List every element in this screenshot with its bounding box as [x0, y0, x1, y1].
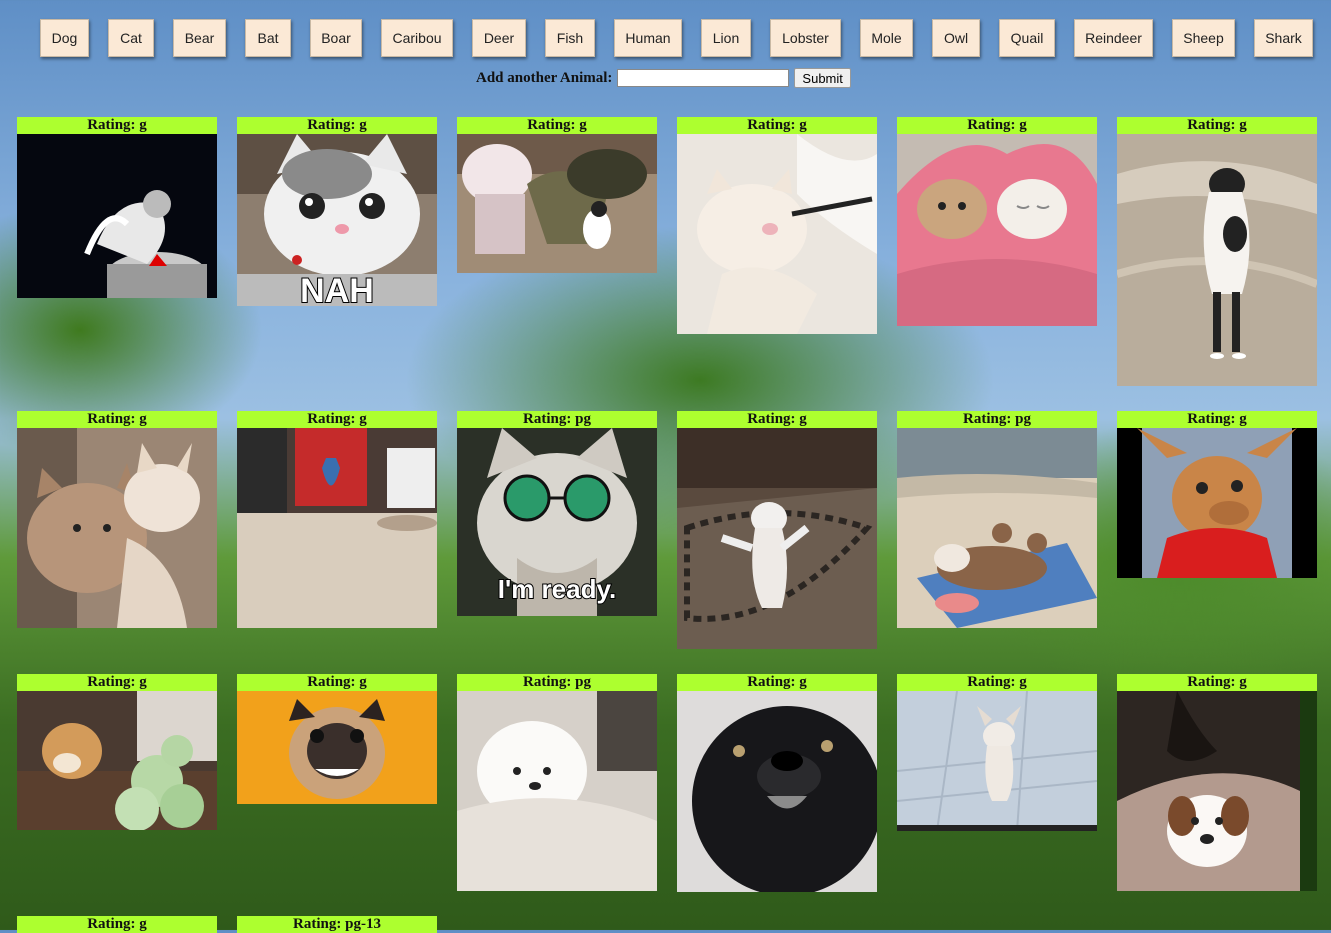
dog-cabbage-icon[interactable] [17, 691, 217, 830]
cat-sunglasses-icon[interactable]: I'm ready. [457, 428, 657, 616]
rating-label: Rating: g [17, 117, 217, 134]
rating-label: Rating: g [237, 411, 437, 428]
rating-label: Rating: g [677, 117, 877, 134]
animal-button-mole[interactable]: Mole [860, 19, 913, 57]
dog-fluffy-icon[interactable] [457, 691, 657, 891]
gif-card[interactable]: Rating: g [897, 674, 1097, 831]
gif-card[interactable]: Rating: g [677, 117, 877, 334]
rating-label: Rating: g [677, 674, 877, 691]
rating-label: Rating: pg-13 [237, 916, 437, 933]
gif-card[interactable]: Rating: g [17, 117, 217, 298]
gif-caption: NAH [299, 271, 375, 306]
animal-button-bat[interactable]: Bat [245, 19, 291, 57]
add-animal-label: Add another Animal: [476, 69, 613, 86]
animal-button-human[interactable]: Human [614, 19, 682, 57]
cat-face-icon[interactable]: NAH [237, 134, 437, 306]
cats-grooming-icon[interactable] [17, 428, 217, 628]
animal-button-caribou[interactable]: Caribou [381, 19, 453, 57]
animal-button-lion[interactable]: Lion [701, 19, 751, 57]
gif-card[interactable]: Rating: g [677, 411, 877, 649]
gif-card[interactable]: Rating: g [677, 674, 877, 892]
animal-button-bear[interactable]: Bear [173, 19, 226, 57]
dog-bed-icon[interactable] [1117, 691, 1317, 891]
gif-card[interactable]: Rating: g [1117, 117, 1317, 386]
animal-button-reindeer[interactable]: Reindeer [1074, 19, 1153, 57]
animal-button-owl[interactable]: Owl [932, 19, 980, 57]
animal-button-lobster[interactable]: Lobster [770, 19, 841, 57]
cat-toddler-icon[interactable] [457, 134, 657, 273]
animal-button-dog[interactable]: Dog [40, 19, 89, 57]
rating-label: Rating: g [237, 117, 437, 134]
rating-label: Rating: g [17, 411, 217, 428]
dog-beach-icon[interactable] [897, 428, 1097, 628]
gif-card[interactable]: Rating: g NAH [237, 117, 437, 306]
rating-label: Rating: g [897, 117, 1097, 134]
cat-trashcan-icon[interactable] [17, 134, 217, 298]
rating-label: Rating: g [237, 674, 437, 691]
gif-card[interactable]: Rating: g [237, 674, 437, 804]
gif-card[interactable]: Rating: g [237, 411, 437, 628]
cat-dancing-icon[interactable] [677, 428, 877, 649]
gif-card[interactable]: Rating: g [17, 916, 217, 933]
animal-button-shark[interactable]: Shark [1254, 19, 1313, 57]
rating-label: Rating: g [1117, 117, 1317, 134]
cat-room-icon[interactable] [237, 428, 437, 628]
gif-card[interactable]: Rating: pg [897, 411, 1097, 628]
gif-card[interactable]: Rating: pg I'm ready. [457, 411, 657, 616]
cat-standing-icon[interactable] [1117, 134, 1317, 386]
rating-label: Rating: g [1117, 411, 1317, 428]
gif-card[interactable]: Rating: g [17, 411, 217, 628]
animal-button-cat[interactable]: Cat [108, 19, 154, 57]
animal-button-bar: Dog Cat Bear Bat Boar Caribou Deer Fish … [0, 19, 1331, 59]
rating-label: Rating: g [457, 117, 657, 134]
rating-label: Rating: pg [897, 411, 1097, 428]
gif-card[interactable]: Rating: g [17, 674, 217, 830]
rating-label: Rating: g [1117, 674, 1317, 691]
rating-label: Rating: g [897, 674, 1097, 691]
rating-label: Rating: pg [457, 411, 657, 428]
gif-card[interactable]: Rating: g [457, 117, 657, 273]
cat-brush-icon[interactable] [677, 134, 877, 334]
animal-button-sheep[interactable]: Sheep [1172, 19, 1235, 57]
dog-sweater-icon[interactable] [1117, 428, 1317, 578]
pug-icon[interactable] [237, 691, 437, 804]
cats-blanket-icon[interactable] [897, 134, 1097, 326]
gif-card[interactable]: Rating: pg-13 [237, 916, 437, 933]
animal-button-quail[interactable]: Quail [999, 19, 1055, 57]
rating-label: Rating: g [17, 674, 217, 691]
gif-card[interactable]: Rating: pg [457, 674, 657, 891]
dog-black-icon[interactable] [677, 691, 877, 892]
gif-card[interactable]: Rating: g [1117, 674, 1317, 891]
gif-card[interactable]: Rating: g [1117, 411, 1317, 578]
submit-button[interactable]: Submit [794, 68, 851, 88]
animal-button-deer[interactable]: Deer [472, 19, 526, 57]
rating-label: Rating: g [677, 411, 877, 428]
add-animal-input[interactable] [617, 69, 790, 87]
add-animal-form: Add another Animal: Submit [476, 67, 851, 89]
animal-button-boar[interactable]: Boar [310, 19, 362, 57]
gif-caption: I'm ready. [497, 573, 617, 605]
chihuahua-dancing-icon[interactable] [897, 691, 1097, 831]
rating-label: Rating: pg [457, 674, 657, 691]
animal-button-fish[interactable]: Fish [545, 19, 595, 57]
gif-card[interactable]: Rating: g [897, 117, 1097, 326]
rating-label: Rating: g [17, 916, 217, 933]
